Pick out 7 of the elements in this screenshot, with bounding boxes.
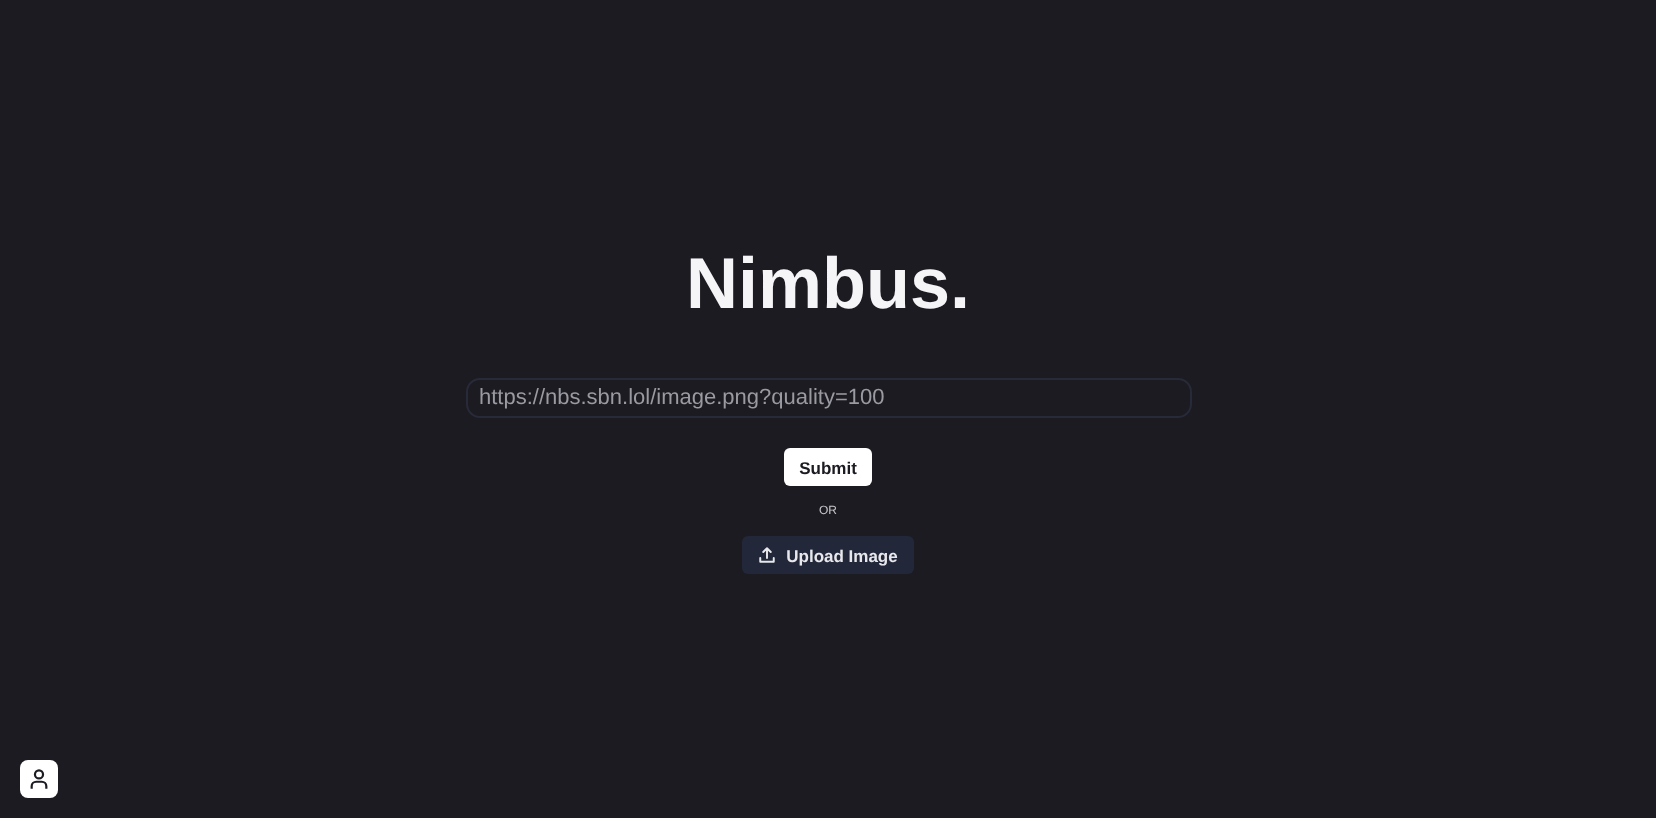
app-title: Nimbus. <box>685 242 970 326</box>
upload-image-button[interactable]: Upload Image <box>742 536 914 574</box>
submit-button[interactable]: Submit <box>783 448 873 486</box>
user-icon <box>28 768 50 790</box>
upload-icon <box>758 546 777 564</box>
url-input-field[interactable]: https://nbs.sbn.lol/image.png?quality=100 <box>465 378 1191 418</box>
user-account-button[interactable] <box>20 760 58 798</box>
